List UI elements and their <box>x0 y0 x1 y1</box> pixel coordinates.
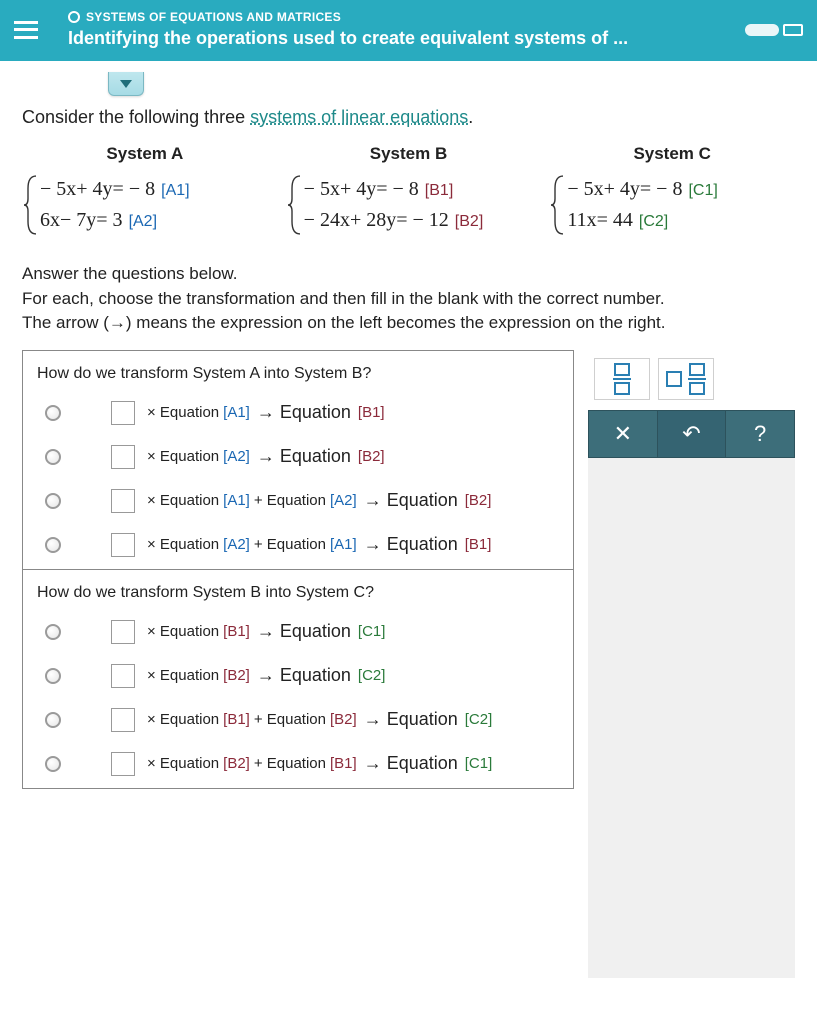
number-input[interactable] <box>111 533 135 557</box>
number-input[interactable] <box>111 489 135 513</box>
system-b: System B − 5x+ 4y= − 8 [B1] − 24x+ 28y= … <box>286 144 532 236</box>
q2-option: × Equation [B1] → Equation [C1] <box>23 612 573 656</box>
number-input[interactable] <box>111 664 135 688</box>
progress-circle-icon <box>68 11 80 23</box>
help-icon: ? <box>754 421 766 447</box>
radio-button[interactable] <box>45 712 61 728</box>
q1-option: × Equation [A2] + Equation [A1] → Equati… <box>23 525 573 569</box>
progress-indicator <box>745 24 803 36</box>
option-text: × Equation [A1] + Equation [A2] → Equati… <box>147 490 491 511</box>
question-box: How do we transform System A into System… <box>22 350 574 789</box>
option-text: × Equation [A1] → Equation [B1] <box>147 402 385 423</box>
brace-icon <box>22 174 40 236</box>
radio-button[interactable] <box>45 537 61 553</box>
eq-a1: − 5x+ 4y= − 8 <box>40 178 155 201</box>
q2-option: × Equation [B2] → Equation [C2] <box>23 656 573 700</box>
label-b2: [B2] <box>455 213 483 231</box>
label-c1: [C1] <box>688 182 717 200</box>
radio-button[interactable] <box>45 756 61 772</box>
label-c2: [C2] <box>639 213 668 231</box>
radio-button[interactable] <box>45 668 61 684</box>
number-input[interactable] <box>111 708 135 732</box>
page-title: Identifying the operations used to creat… <box>68 28 745 49</box>
answer-instructions: Answer the questions below. For each, ch… <box>22 262 795 336</box>
eq-b2: − 24x+ 28y= − 12 <box>304 209 449 232</box>
label-b1: [B1] <box>425 182 453 200</box>
help-button[interactable]: ? <box>726 410 795 458</box>
system-b-title: System B <box>286 144 532 164</box>
label-a1: [A1] <box>161 182 189 200</box>
brace-icon <box>286 174 304 236</box>
chevron-down-icon <box>119 79 133 89</box>
math-input-extras <box>588 350 795 410</box>
question-2-title: How do we transform System B into System… <box>23 570 573 612</box>
radio-button[interactable] <box>45 449 61 465</box>
option-text: × Equation [A2] + Equation [A1] → Equati… <box>147 534 491 555</box>
option-text: × Equation [B1] → Equation [C1] <box>147 621 385 642</box>
app-header: SYSTEMS OF EQUATIONS AND MATRICES Identi… <box>0 0 817 61</box>
menu-icon[interactable] <box>14 21 38 39</box>
number-input[interactable] <box>111 401 135 425</box>
label-a2: [A2] <box>129 213 157 231</box>
x-icon: ✕ <box>614 421 632 447</box>
radio-button[interactable] <box>45 405 61 421</box>
brace-icon <box>549 174 567 236</box>
intro-text: Consider the following three systems of … <box>22 107 795 128</box>
system-a-title: System A <box>22 144 268 164</box>
eq-b1: − 5x+ 4y= − 8 <box>304 178 419 201</box>
option-text: × Equation [B2] → Equation [C2] <box>147 665 385 686</box>
fraction-button[interactable] <box>594 358 650 400</box>
breadcrumb: SYSTEMS OF EQUATIONS AND MATRICES <box>68 10 745 24</box>
eq-a2: 6x− 7y= 3 <box>40 209 123 232</box>
option-text: × Equation [B1] + Equation [B2] → Equati… <box>147 709 492 730</box>
mixed-number-button[interactable] <box>658 358 714 400</box>
eq-c1: − 5x+ 4y= − 8 <box>567 178 682 201</box>
q2-option: × Equation [B2] + Equation [B1] → Equati… <box>23 744 573 788</box>
question-1-title: How do we transform System A into System… <box>23 351 573 393</box>
term-link[interactable]: systems of linear equations <box>250 107 468 127</box>
system-a: System A − 5x+ 4y= − 8 [A1] 6x− 7y= 3 [A… <box>22 144 268 236</box>
option-text: × Equation [B2] + Equation [B1] → Equati… <box>147 753 492 774</box>
number-input[interactable] <box>111 752 135 776</box>
system-c: System C − 5x+ 4y= − 8 [C1] 11x= 44 [C2] <box>549 144 795 236</box>
dropdown-tab[interactable] <box>108 72 144 96</box>
radio-button[interactable] <box>45 493 61 509</box>
q1-option: × Equation [A2] → Equation [B2] <box>23 437 573 481</box>
system-c-title: System C <box>549 144 795 164</box>
intro-suffix: . <box>468 107 473 127</box>
intro-prefix: Consider the following three <box>22 107 250 127</box>
tool-panel: ✕ ↶ ? <box>588 350 795 978</box>
undo-button[interactable]: ↶ <box>658 410 727 458</box>
number-input[interactable] <box>111 445 135 469</box>
option-text: × Equation [A2] → Equation [B2] <box>147 446 385 467</box>
q1-option: × Equation [A1] + Equation [A2] → Equati… <box>23 481 573 525</box>
systems-row: System A − 5x+ 4y= − 8 [A1] 6x− 7y= 3 [A… <box>22 144 795 236</box>
question-2: How do we transform System B into System… <box>23 570 573 788</box>
question-1: How do we transform System A into System… <box>23 351 573 570</box>
eq-c2: 11x= 44 <box>567 209 633 232</box>
number-input[interactable] <box>111 620 135 644</box>
undo-icon: ↶ <box>682 421 700 447</box>
q1-option: × Equation [A1] → Equation [B1] <box>23 393 573 437</box>
q2-option: × Equation [B1] + Equation [B2] → Equati… <box>23 700 573 744</box>
radio-button[interactable] <box>45 624 61 640</box>
clear-button[interactable]: ✕ <box>588 410 658 458</box>
breadcrumb-text: SYSTEMS OF EQUATIONS AND MATRICES <box>86 10 341 24</box>
